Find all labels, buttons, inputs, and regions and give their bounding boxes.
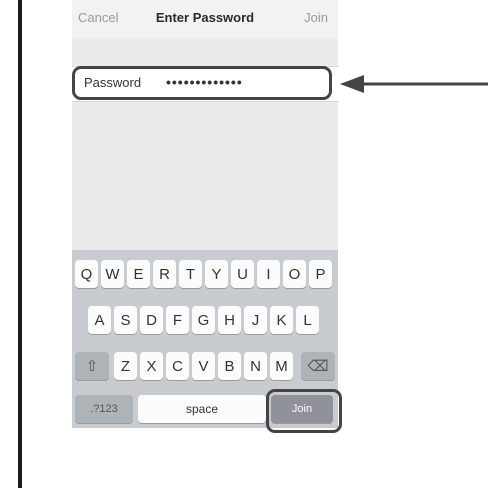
key-t[interactable]: T	[179, 260, 202, 288]
key-j[interactable]: J	[244, 306, 267, 334]
phone-screen: Cancel Enter Password Join Password ••••…	[72, 0, 338, 428]
key-g[interactable]: G	[192, 306, 215, 334]
key-x[interactable]: X	[140, 352, 163, 380]
key-v[interactable]: V	[192, 352, 215, 380]
key-p[interactable]: P	[309, 260, 332, 288]
key-i[interactable]: I	[257, 260, 280, 288]
delete-icon: ⌫	[307, 358, 329, 375]
delete-key[interactable]: ⌫	[301, 352, 335, 380]
key-c[interactable]: C	[166, 352, 189, 380]
key-s[interactable]: S	[114, 306, 137, 334]
key-e[interactable]: E	[127, 260, 150, 288]
key-m[interactable]: M	[270, 352, 293, 380]
key-w[interactable]: W	[101, 260, 124, 288]
key-h[interactable]: H	[218, 306, 241, 334]
key-n[interactable]: N	[244, 352, 267, 380]
shift-icon: ⇧	[85, 358, 99, 375]
key-f[interactable]: F	[166, 306, 189, 334]
key-b[interactable]: B	[218, 352, 241, 380]
space-key[interactable]: space	[138, 395, 266, 423]
key-z[interactable]: Z	[114, 352, 137, 380]
key-a[interactable]: A	[88, 306, 111, 334]
key-r[interactable]: R	[153, 260, 176, 288]
key-u[interactable]: U	[231, 260, 254, 288]
key-q[interactable]: Q	[75, 260, 98, 288]
shift-key[interactable]: ⇧	[75, 352, 109, 380]
key-y[interactable]: Y	[205, 260, 228, 288]
page-title: Enter Password	[155, 10, 255, 25]
join-key-highlight	[266, 389, 342, 433]
numbers-key[interactable]: .?123	[75, 395, 133, 423]
join-nav-button[interactable]: Join	[304, 10, 328, 25]
pointer-arrow-icon	[340, 75, 488, 93]
password-field-highlight	[72, 66, 332, 100]
key-k[interactable]: K	[270, 306, 293, 334]
key-o[interactable]: O	[283, 260, 306, 288]
key-l[interactable]: L	[296, 306, 319, 334]
left-border-line	[18, 0, 22, 488]
navigation-bar: Cancel Enter Password Join	[72, 0, 338, 38]
key-d[interactable]: D	[140, 306, 163, 334]
